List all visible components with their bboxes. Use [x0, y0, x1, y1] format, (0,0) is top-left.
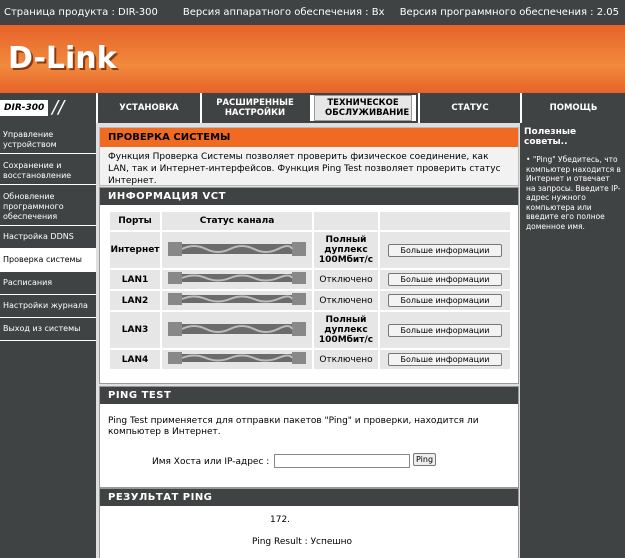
- more-info-button[interactable]: Больше информации: [388, 323, 502, 337]
- sidebar-item-ddns[interactable]: Настройка DDNS: [0, 226, 96, 249]
- hints-text: • "Ping" Убедитесь, что компьютер находи…: [526, 155, 621, 231]
- cable-icon: [162, 312, 312, 348]
- system-check-title: ПРОВЕРКА СИСТЕМЫ: [100, 128, 518, 147]
- ping-result-ip: 172.: [270, 515, 291, 525]
- link-status: Отключено: [314, 270, 378, 289]
- ping-test-description: Ping Test применяется для отправки пакет…: [108, 416, 479, 437]
- tab-maintenance[interactable]: ТЕХНИЧЕСКОЕ ОБСЛУЖИВАНИЕ: [308, 93, 418, 123]
- model-name: DIR-300: [0, 100, 48, 116]
- table-row: Интернет Полный дуплекс 100Мбит/с Больше…: [110, 232, 510, 268]
- port-name: LAN3: [110, 312, 160, 348]
- more-info-button[interactable]: Больше информации: [388, 273, 502, 286]
- sidebar-item-save-restore[interactable]: Сохранение и восстановление: [0, 154, 96, 185]
- port-name: LAN2: [110, 291, 160, 310]
- hardware-version: Версия аппаратного обеспечения : Bx: [182, 7, 385, 18]
- system-check-description: Функция Проверка Системы позволяет прове…: [108, 152, 501, 186]
- sidebar: Управление устройством Сохранение и восс…: [0, 123, 96, 558]
- ping-result-status: Ping Result : Успешно: [252, 537, 353, 547]
- ping-test-section: PING TEST Ping Test применяется для отпр…: [99, 386, 519, 488]
- hints-title: Полезные советы..: [524, 127, 577, 147]
- cable-icon: [162, 270, 312, 289]
- link-status: Полный дуплекс 100Мбит/с: [314, 312, 378, 348]
- ping-test-title: PING TEST: [100, 387, 518, 404]
- host-input[interactable]: [274, 454, 410, 468]
- link-status: Отключено: [314, 350, 378, 369]
- vct-title: ИНФОРМАЦИЯ VCT: [100, 188, 518, 205]
- table-row: LAN2 Отключено Больше информации: [110, 291, 510, 310]
- dlink-logo: D-Link: [8, 41, 117, 76]
- tab-advanced[interactable]: РАСШИРЕННЫЕ НАСТРОЙКИ: [200, 93, 308, 123]
- router-page: Страница продукта : DIR-300 Версия аппар…: [0, 0, 625, 558]
- info-bar: Страница продукта : DIR-300 Версия аппар…: [0, 0, 625, 25]
- slash-decoration: //: [52, 97, 65, 118]
- more-info-button[interactable]: Больше информации: [388, 243, 502, 257]
- table-row: LAN3 Полный дуплекс 100Мбит/с Больше инф…: [110, 312, 510, 348]
- host-label: Имя Хоста или IP-адрес :: [152, 457, 270, 467]
- table-row: LAN4 Отключено Больше информации: [110, 350, 510, 369]
- col-status: Статус канала: [162, 212, 312, 230]
- model-badge: DIR-300 //: [0, 93, 96, 123]
- link-status: Полный дуплекс 100Мбит/с: [314, 232, 378, 268]
- firmware-version: Версия программного обеспечения : 2.05: [399, 7, 619, 18]
- more-info-button[interactable]: Больше информации: [388, 294, 502, 307]
- cable-icon: [162, 350, 312, 369]
- tab-status[interactable]: СТАТУС: [418, 93, 520, 123]
- main-content: ПРОВЕРКА СИСТЕМЫ Функция Проверка Систем…: [96, 123, 520, 558]
- link-status: Отключено: [314, 291, 378, 310]
- tab-setup[interactable]: УСТАНОВКА: [96, 93, 200, 123]
- sidebar-item-device-admin[interactable]: Управление устройством: [0, 123, 96, 154]
- port-name: LAN1: [110, 270, 160, 289]
- ping-result-title: РЕЗУЛЬТАТ PING: [100, 489, 518, 506]
- sidebar-item-system-check[interactable]: Проверка системы: [0, 249, 96, 272]
- product-page: Страница продукта : DIR-300: [4, 7, 158, 18]
- sidebar-item-logout[interactable]: Выход из системы: [0, 318, 96, 341]
- tab-help[interactable]: ПОМОЩЬ: [520, 93, 625, 123]
- ping-button[interactable]: Ping: [413, 453, 437, 466]
- cable-icon: [162, 232, 312, 268]
- port-name: Интернет: [110, 232, 160, 268]
- brand-banner: D-Link: [0, 25, 625, 93]
- ping-result-section: РЕЗУЛЬТАТ PING 172. Ping Result : Успешн…: [99, 488, 519, 558]
- vct-table: Порты Статус канала Интернет Полный дупл…: [108, 210, 512, 371]
- cable-icon: [162, 291, 312, 310]
- helpful-hints: Полезные советы.. • "Ping" Убедитесь, чт…: [520, 123, 625, 558]
- col-ports: Порты: [110, 212, 160, 230]
- sidebar-item-schedules[interactable]: Расписания: [0, 272, 96, 295]
- sidebar-item-log-settings[interactable]: Настройки журнала: [0, 295, 96, 318]
- table-row: LAN1 Отключено Больше информации: [110, 270, 510, 289]
- more-info-button[interactable]: Больше информации: [388, 353, 502, 366]
- top-nav: DIR-300 // УСТАНОВКА РАСШИРЕННЫЕ НАСТРОЙ…: [0, 93, 625, 123]
- table-header-row: Порты Статус канала: [110, 212, 510, 230]
- sidebar-item-firmware[interactable]: Обновление программного обеспечения: [0, 185, 96, 226]
- vct-section: ИНФОРМАЦИЯ VCT Порты Статус канала Интер…: [99, 187, 519, 384]
- system-check-box: ПРОВЕРКА СИСТЕМЫ Функция Проверка Систем…: [99, 127, 519, 186]
- port-name: LAN4: [110, 350, 160, 369]
